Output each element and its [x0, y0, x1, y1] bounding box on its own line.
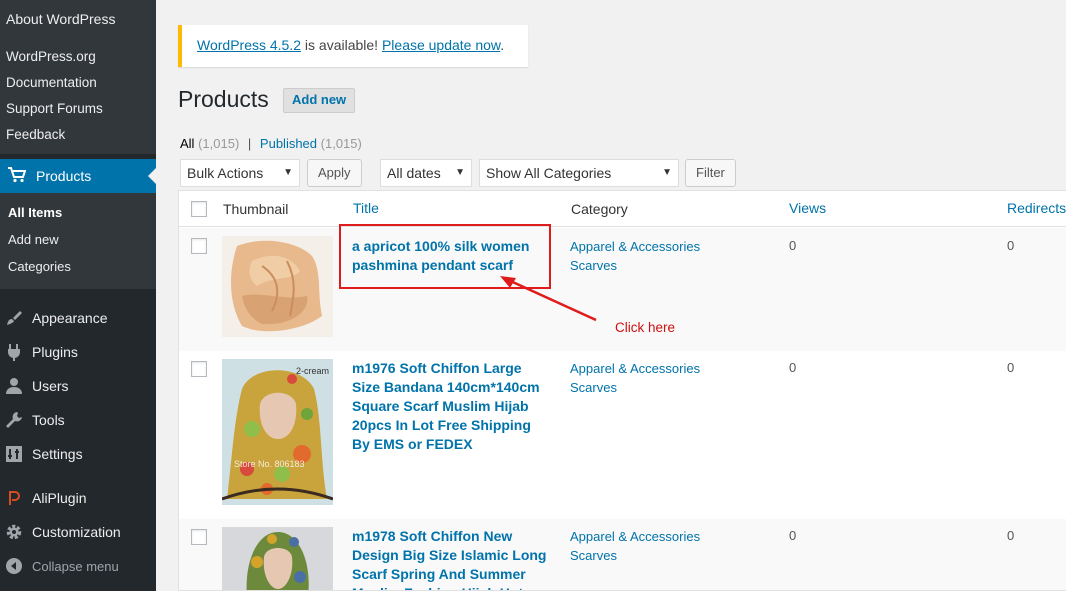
cart-icon [8, 166, 27, 186]
admin-sidebar: About WordPress WordPress.org Documentat… [0, 0, 156, 591]
wrench-icon [5, 411, 23, 429]
thumb-corner-text: 2-cream [296, 366, 330, 376]
filter-button[interactable]: Filter [685, 159, 736, 187]
product-thumbnail[interactable] [222, 236, 333, 337]
column-title[interactable]: Title [353, 200, 379, 216]
product-title-link[interactable]: m1976 Soft Chiffon Large Size Bandana 14… [352, 359, 552, 454]
column-category: Category [571, 201, 628, 217]
plugin-icon [5, 343, 23, 361]
category-link[interactable]: Apparel & Accessories [570, 527, 720, 546]
dates-value: All dates [387, 165, 441, 181]
notice-text: is available! [301, 37, 382, 53]
settings-icon [5, 445, 23, 463]
product-categories: Apparel & Accessories Scarves [570, 359, 720, 397]
products-submenu: All Items Add new Categories [0, 193, 156, 289]
sidebar-item-label: Plugins [32, 344, 78, 360]
table-header: Thumbnail Title Category Views Redirects [179, 191, 1066, 227]
column-views[interactable]: Views [789, 200, 826, 216]
sidebar-item-label: Collapse menu [32, 558, 119, 574]
brush-icon [5, 309, 23, 327]
sidebar-item-label: Tools [32, 412, 65, 428]
sidebar-item-label: AliPlugin [32, 490, 87, 506]
filter-separator: | [247, 136, 252, 151]
main-content: WordPress 4.5.2 is available! Please upd… [178, 0, 1066, 591]
sidebar-link-documentation[interactable]: Documentation [0, 70, 156, 96]
submenu-add-new[interactable]: Add new [0, 226, 156, 253]
row-checkbox[interactable] [191, 361, 207, 377]
product-title-link[interactable]: m1978 Soft Chiffon New Design Big Size I… [352, 527, 552, 590]
categories-select[interactable]: Show All Categories ▼ [479, 159, 679, 187]
sidebar-item-about[interactable]: About WordPress [0, 0, 156, 38]
sidebar-link-feedback[interactable]: Feedback [0, 122, 156, 148]
product-categories: Apparel & Accessories Scarves [570, 527, 720, 565]
bulk-actions-value: Bulk Actions [187, 165, 264, 181]
row-checkbox[interactable] [191, 529, 207, 545]
product-thumbnail[interactable]: Store No. 806183 2-cream [221, 359, 334, 505]
categories-value: Show All Categories [486, 165, 612, 181]
sidebar-item-aliplugin[interactable]: AliPlugin [0, 481, 156, 515]
filter-all-count: (1,015) [198, 136, 240, 151]
category-link[interactable]: Scarves [570, 378, 720, 397]
status-filters: All (1,015) | Published (1,015) [180, 136, 362, 151]
wp-links-group: WordPress.org Documentation Support Foru… [0, 38, 156, 154]
dates-select[interactable]: All dates ▼ [380, 159, 472, 187]
sidebar-item-label: Settings [32, 446, 83, 462]
column-thumbnail: Thumbnail [223, 201, 289, 217]
annotation-arrow-icon [500, 276, 597, 322]
bulk-actions-select[interactable]: Bulk Actions ▼ [180, 159, 300, 187]
row-checkbox[interactable] [191, 238, 207, 254]
redirects-count: 0 [1007, 360, 1015, 375]
page-title: Products [178, 86, 269, 112]
sidebar-item-users[interactable]: Users [0, 369, 156, 403]
user-icon [5, 377, 23, 395]
apply-button[interactable]: Apply [307, 159, 362, 187]
chevron-down-icon: ▼ [283, 167, 293, 178]
sidebar-item-label: Appearance [32, 310, 108, 326]
views-count: 0 [789, 238, 797, 253]
thumb-store-text: Store No. 806183 [234, 459, 305, 469]
category-link[interactable]: Apparel & Accessories [570, 237, 720, 256]
chevron-down-icon: ▼ [455, 167, 465, 178]
submenu-all-items[interactable]: All Items [0, 199, 156, 226]
views-count: 0 [789, 360, 797, 375]
gear-icon [5, 523, 23, 541]
category-link[interactable]: Apparel & Accessories [570, 359, 720, 378]
update-now-link[interactable]: Please update now [382, 37, 500, 53]
chevron-down-icon: ▼ [662, 167, 672, 178]
sidebar-item-tools[interactable]: Tools [0, 403, 156, 437]
redirects-count: 0 [1007, 238, 1015, 253]
sidebar-collapse-menu[interactable]: Collapse menu [0, 549, 156, 583]
table-row: m1978 Soft Chiffon New Design Big Size I… [179, 519, 1066, 590]
products-table: Thumbnail Title Category Views Redirects… [178, 190, 1066, 591]
table-row: Store No. 806183 2-cream m1976 Soft Chif… [179, 351, 1066, 519]
product-thumbnail[interactable] [222, 527, 333, 590]
wordpress-version-link[interactable]: WordPress 4.5.2 [197, 37, 301, 53]
collapse-icon [5, 557, 23, 575]
filter-all[interactable]: All [180, 136, 194, 151]
aliplugin-icon [5, 489, 23, 507]
add-new-button[interactable]: Add new [283, 88, 356, 113]
sidebar-item-customization[interactable]: Customization [0, 515, 156, 549]
sidebar-item-plugins[interactable]: Plugins [0, 335, 156, 369]
sidebar-link-wordpress-org[interactable]: WordPress.org [0, 44, 156, 70]
sidebar-item-settings[interactable]: Settings [0, 437, 156, 471]
sidebar-item-label: Users [32, 378, 69, 394]
select-all-checkbox[interactable] [191, 201, 207, 217]
filter-published[interactable]: Published [260, 136, 317, 151]
sidebar-item-label: Customization [32, 524, 121, 540]
sidebar-item-appearance[interactable]: Appearance [0, 301, 156, 335]
filter-published-count: (1,015) [320, 136, 362, 151]
redirects-count: 0 [1007, 528, 1015, 543]
category-link[interactable]: Scarves [570, 546, 720, 565]
annotation-label: Click here [615, 320, 676, 335]
sidebar-item-products[interactable]: Products [0, 159, 156, 193]
sidebar-menu: Appearance Plugins Users Tools Settings … [0, 289, 156, 583]
submenu-categories[interactable]: Categories [0, 253, 156, 280]
update-notice: WordPress 4.5.2 is available! Please upd… [178, 25, 528, 67]
notice-end: . [500, 37, 505, 53]
column-redirects[interactable]: Redirects [1007, 200, 1066, 216]
sidebar-item-label: Products [36, 168, 92, 184]
sidebar-link-support-forums[interactable]: Support Forums [0, 96, 156, 122]
views-count: 0 [789, 528, 797, 543]
